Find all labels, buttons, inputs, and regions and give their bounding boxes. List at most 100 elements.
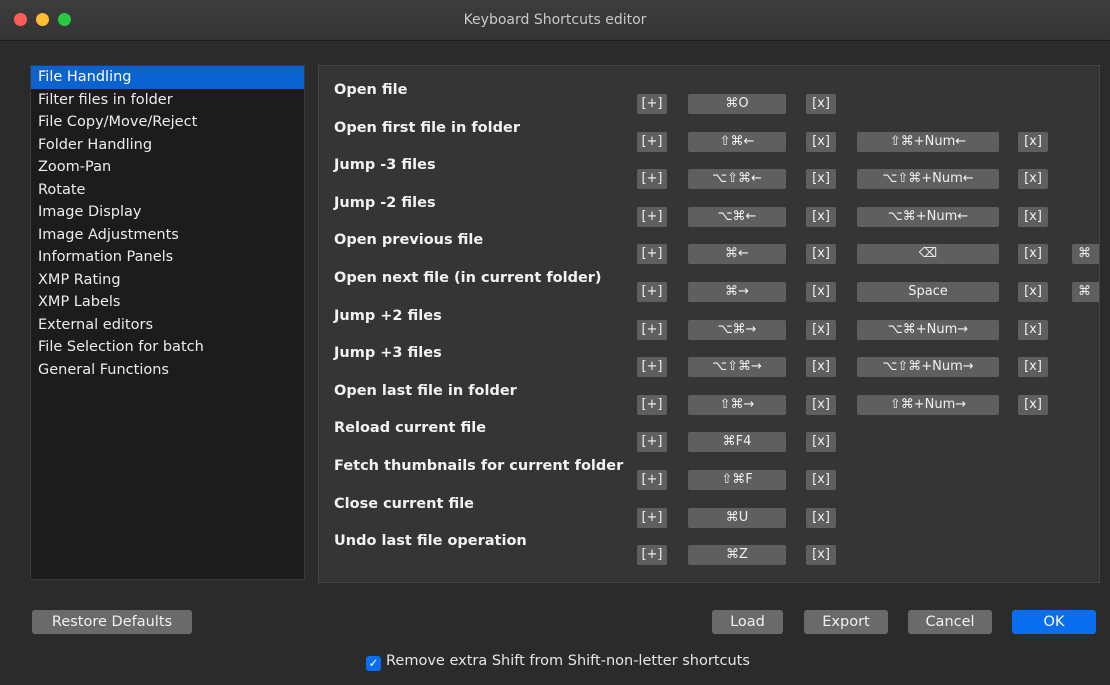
remove-shortcut-2-button[interactable]: [x]	[1018, 131, 1048, 152]
load-button[interactable]: Load	[712, 610, 783, 634]
shortcut-action-label: Jump +3 files	[334, 345, 442, 362]
sidebar-item[interactable]: XMP Rating	[31, 269, 304, 292]
shortcut-key-1[interactable]: ⌥⌘←	[688, 206, 786, 227]
remove-shortcut-1-button[interactable]: [x]	[806, 206, 836, 227]
add-shortcut-button[interactable]: [+]	[637, 357, 667, 378]
ok-button[interactable]: OK	[1012, 610, 1096, 634]
shortcut-row: Open previous file [+] ⌘← [x] ⌫ [x] ⌘	[319, 232, 1099, 270]
remove-shortcut-1-button[interactable]: [x]	[806, 357, 836, 378]
shortcut-key-1[interactable]: ⌥⇧⌘→	[688, 357, 786, 378]
shortcut-key-2[interactable]: ⌥⌘+Num←	[857, 206, 999, 227]
add-shortcut-button[interactable]: [+]	[637, 319, 667, 340]
shortcut-action-label: Fetch thumbnails for current folder	[334, 458, 624, 474]
cancel-button[interactable]: Cancel	[908, 610, 992, 634]
restore-defaults-button[interactable]: Restore Defaults	[32, 610, 192, 634]
shortcut-row: Jump +3 files [+] ⌥⇧⌘→ [x] ⌥⇧⌘+Num→ [x]	[319, 345, 1099, 383]
shortcut-key-1[interactable]: ⇧⌘→	[688, 394, 786, 415]
sidebar-item[interactable]: Rotate	[31, 179, 304, 202]
shortcut-key-3[interactable]: ⌘	[1072, 282, 1099, 302]
shortcut-row: Jump -3 files [+] ⌥⇧⌘← [x] ⌥⇧⌘+Num← [x]	[319, 157, 1099, 195]
sidebar-item[interactable]: File Selection for batch	[31, 336, 304, 359]
remove-extra-shift-option[interactable]: ✓ Remove extra Shift from Shift-non-lette…	[366, 651, 750, 671]
add-shortcut-button[interactable]: [+]	[637, 244, 667, 265]
sidebar-item[interactable]: XMP Labels	[31, 291, 304, 314]
shortcut-row: Jump +2 files [+] ⌥⌘→ [x] ⌥⌘+Num→ [x]	[319, 307, 1099, 346]
sidebar-item[interactable]: Information Panels	[31, 246, 304, 269]
shortcut-key-2[interactable]: Space	[857, 282, 999, 302]
remove-shortcut-2-button[interactable]: [x]	[1018, 244, 1048, 265]
shortcut-key-2[interactable]: ⌥⌘+Num→	[857, 319, 999, 340]
sidebar-item[interactable]: Filter files in folder	[31, 89, 304, 112]
add-shortcut-button[interactable]: [+]	[637, 545, 667, 566]
shortcut-action-label: Reload current file	[334, 420, 487, 437]
shortcut-row: Reload current file [+] ⌘F4 [x]	[319, 420, 1099, 458]
shortcut-key-1[interactable]: ⌘→	[688, 282, 786, 302]
sidebar-item[interactable]: General Functions	[31, 359, 304, 382]
shortcut-key-1[interactable]: ⌘O	[688, 94, 786, 114]
shortcut-row: Fetch thumbnails for current folder [+] ⇧⌘…	[319, 458, 1099, 496]
sidebar-item[interactable]: Zoom-Pan	[31, 156, 304, 179]
shortcut-key-1[interactable]: ⌥⇧⌘←	[688, 169, 786, 190]
sidebar-item[interactable]: Image Display	[31, 201, 304, 224]
add-shortcut-button[interactable]: [+]	[637, 169, 667, 190]
sidebar-item[interactable]: Folder Handling	[31, 134, 304, 157]
remove-shortcut-1-button[interactable]: [x]	[806, 319, 836, 340]
remove-shortcut-1-button[interactable]: [x]	[806, 169, 836, 190]
add-shortcut-button[interactable]: [+]	[637, 432, 667, 453]
shortcut-key-2[interactable]: ⌥⇧⌘+Num←	[857, 169, 999, 190]
remove-shortcut-2-button[interactable]: [x]	[1018, 282, 1048, 302]
shortcut-row: Undo last file operation [+] ⌘Z [x]	[319, 533, 1099, 571]
add-shortcut-button[interactable]: [+]	[637, 507, 667, 528]
add-shortcut-button[interactable]: [+]	[637, 470, 667, 490]
remove-shortcut-1-button[interactable]: [x]	[806, 545, 836, 566]
window-title: Keyboard Shortcuts editor	[463, 12, 647, 28]
shortcut-key-1[interactable]: ⌘F4	[688, 432, 786, 453]
remove-shortcut-2-button[interactable]: [x]	[1018, 206, 1048, 227]
remove-shortcut-1-button[interactable]: [x]	[806, 94, 836, 114]
checkbox-label: Remove extra Shift from Shift-non-letter…	[386, 653, 750, 669]
shortcut-action-label: Open file	[334, 82, 408, 98]
shortcut-action-label: Jump -2 files	[334, 194, 436, 211]
shortcut-key-1[interactable]: ⌥⌘→	[688, 319, 786, 340]
shortcut-row: Open file [+] ⌘O [x]	[319, 82, 1099, 120]
shortcut-key-1[interactable]: ⇧⌘←	[688, 131, 786, 152]
shortcut-row: Open last file in folder [+] ⇧⌘→ [x] ⇧⌘+Num→…	[319, 383, 1099, 421]
shortcut-key-1[interactable]: ⇧⌘F	[688, 470, 786, 490]
shortcut-key-1[interactable]: ⌘U	[688, 507, 786, 528]
sidebar-item[interactable]: Image Adjustments	[31, 224, 304, 247]
remove-shortcut-1-button[interactable]: [x]	[806, 244, 836, 265]
sidebar-item[interactable]: External editors	[31, 314, 304, 337]
sidebar-item[interactable]: File Copy/Move/Reject	[31, 111, 304, 134]
remove-shortcut-2-button[interactable]: [x]	[1018, 169, 1048, 190]
remove-shortcut-1-button[interactable]: [x]	[806, 131, 836, 152]
add-shortcut-button[interactable]: [+]	[637, 206, 667, 227]
shortcut-action-label: Undo last file operation	[334, 533, 527, 550]
checkbox-checked-icon[interactable]: ✓	[366, 656, 381, 671]
shortcuts-panel: Open file [+] ⌘O [x] Open first file in fold…	[318, 65, 1100, 583]
shortcut-action-label: Jump -3 files	[334, 157, 436, 174]
shortcut-action-label: Jump +2 files	[334, 307, 442, 324]
shortcut-row: Jump -2 files [+] ⌥⌘← [x] ⌥⌘+Num← [x]	[319, 194, 1099, 233]
add-shortcut-button[interactable]: [+]	[637, 282, 667, 302]
shortcut-key-3[interactable]: ⌘	[1072, 244, 1099, 265]
shortcut-key-2[interactable]: ⇧⌘+Num←	[857, 131, 999, 152]
export-button[interactable]: Export	[804, 610, 888, 634]
remove-shortcut-1-button[interactable]: [x]	[806, 282, 836, 302]
add-shortcut-button[interactable]: [+]	[637, 131, 667, 152]
remove-shortcut-1-button[interactable]: [x]	[806, 470, 836, 490]
shortcut-key-2[interactable]: ⇧⌘+Num→	[857, 394, 999, 415]
remove-shortcut-2-button[interactable]: [x]	[1018, 319, 1048, 340]
add-shortcut-button[interactable]: [+]	[637, 394, 667, 415]
remove-shortcut-2-button[interactable]: [x]	[1018, 357, 1048, 378]
shortcut-key-2[interactable]: ⌫	[857, 244, 999, 265]
remove-shortcut-2-button[interactable]: [x]	[1018, 394, 1048, 415]
shortcut-key-1[interactable]: ⌘Z	[688, 545, 786, 566]
shortcut-key-2[interactable]: ⌥⇧⌘+Num→	[857, 357, 999, 378]
remove-shortcut-1-button[interactable]: [x]	[806, 507, 836, 528]
sidebar-item[interactable]: File Handling	[31, 66, 304, 89]
shortcut-key-1[interactable]: ⌘←	[688, 244, 786, 265]
add-shortcut-button[interactable]: [+]	[637, 94, 667, 114]
remove-shortcut-1-button[interactable]: [x]	[806, 394, 836, 415]
remove-shortcut-1-button[interactable]: [x]	[806, 432, 836, 453]
shortcut-action-label: Open next file (in current folder)	[334, 270, 602, 286]
